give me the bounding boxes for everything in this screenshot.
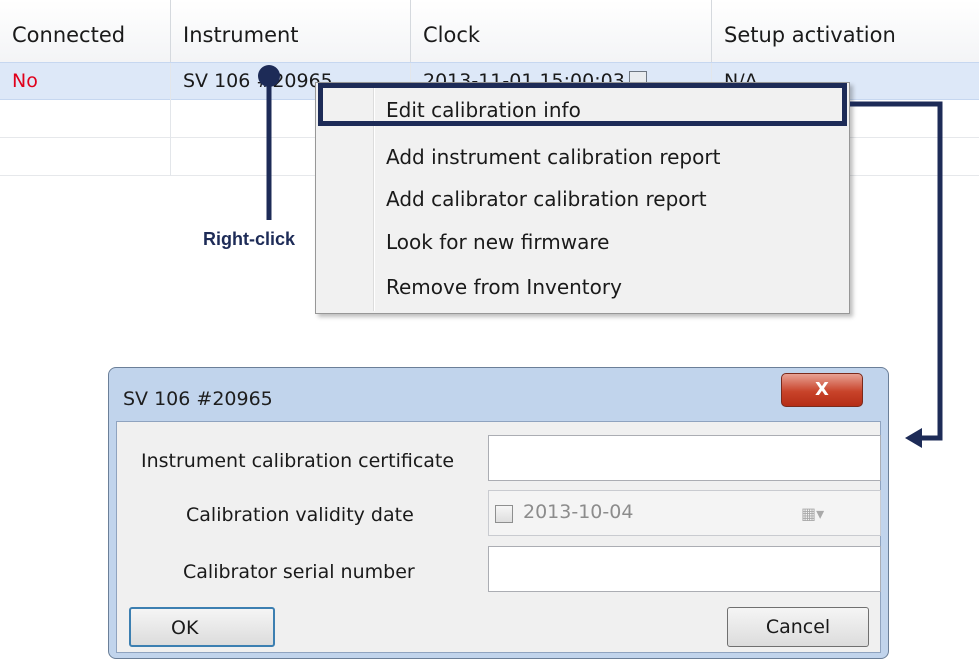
menu-item-add-instrument-calibration-report[interactable]: Add instrument calibration report (386, 140, 720, 174)
validity-date-checkbox[interactable] (495, 505, 513, 523)
validity-date-value: 2013-10-04 (523, 501, 634, 523)
empty-cell (0, 100, 171, 138)
column-header-setup-activation[interactable]: Setup activation (712, 0, 979, 62)
instrument-certificate-label: Instrument calibration certificate (141, 450, 455, 472)
connector-arrowhead (905, 428, 922, 448)
menu-item-look-for-new-firmware[interactable]: Look for new firmware (386, 225, 609, 259)
calibration-dialog: SV 106 #20965 X Instrument calibration c… (108, 367, 889, 659)
column-header-clock[interactable]: Clock (411, 0, 712, 62)
validity-date-label: Calibration validity date (186, 504, 414, 526)
calibrator-serial-label: Calibrator serial number (183, 561, 415, 583)
menu-item-add-calibrator-calibration-report[interactable]: Add calibrator calibration report (386, 182, 707, 216)
calibrator-serial-input[interactable] (488, 546, 881, 592)
instrument-certificate-input[interactable] (488, 435, 881, 481)
dialog-title: SV 106 #20965 (123, 388, 273, 410)
menu-highlight-callout (318, 83, 847, 126)
cancel-button[interactable]: Cancel (727, 607, 869, 647)
empty-cell (0, 138, 171, 176)
column-header-connected[interactable]: Connected (0, 0, 171, 62)
validity-date-picker[interactable]: 2013-10-04 ▦▾ (488, 490, 881, 536)
connected-cell: No (0, 63, 171, 101)
close-icon[interactable]: X (781, 373, 863, 407)
menu-item-remove-from-inventory[interactable]: Remove from Inventory (386, 270, 622, 304)
column-header-instrument[interactable]: Instrument (171, 0, 411, 62)
ok-button[interactable]: OK (129, 607, 275, 647)
dialog-body: Instrument calibration certificate Calib… (116, 421, 881, 653)
right-click-label: Right-click (203, 229, 296, 249)
grid-header: Connected Instrument Clock Setup activat… (0, 0, 979, 63)
calendar-dropdown-icon[interactable]: ▦▾ (801, 504, 824, 523)
